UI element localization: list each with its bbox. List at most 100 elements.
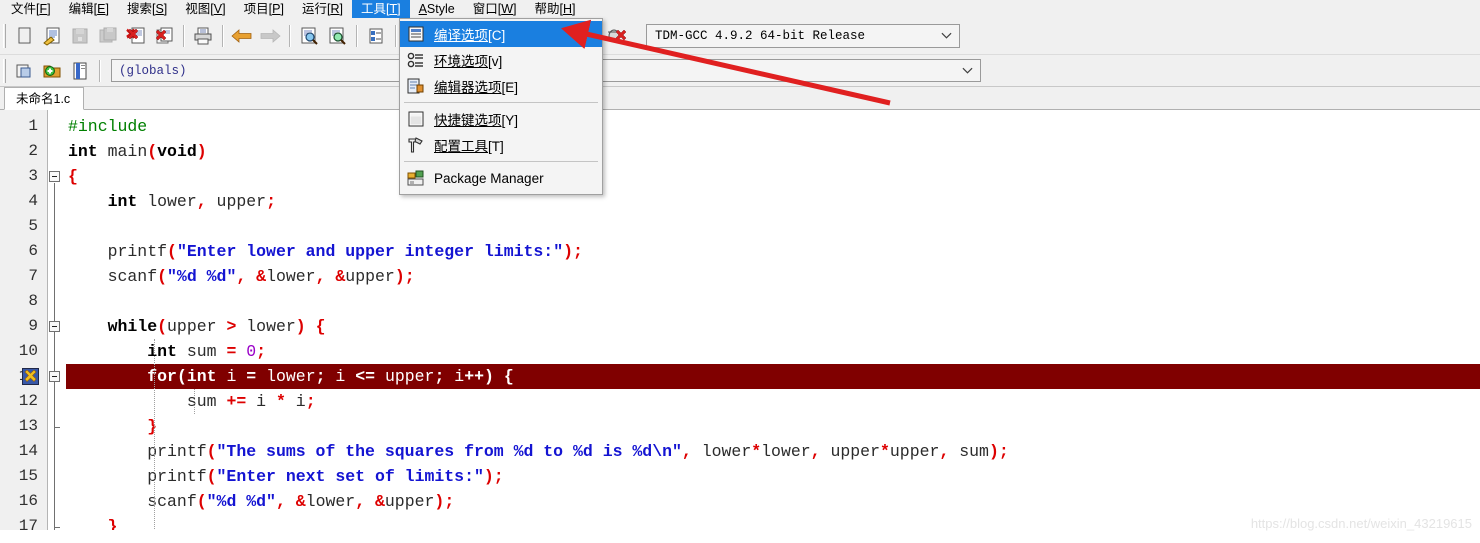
line-number: 14 (18, 442, 38, 460)
menu-item-compiler-options[interactable]: 编译选项[C] (400, 21, 602, 47)
menu-help[interactable]: 帮助[H] (526, 0, 585, 18)
toolbar-separator (356, 25, 357, 47)
toolbar-project-options[interactable] (66, 57, 94, 85)
toolbar-save-file[interactable] (66, 22, 94, 50)
editor-tab-bar[interactable]: 未命名1.c (0, 87, 1480, 110)
line-number: 10 (18, 342, 38, 360)
toolbar-add-to-project[interactable] (38, 57, 66, 85)
line-number: 1 (28, 117, 38, 135)
line-number: 3 (28, 167, 38, 185)
menu-astyle[interactable]: AStyle (410, 0, 464, 18)
menu-item-shortcut-options[interactable]: 快捷键选项[Y] (400, 106, 602, 132)
menu-run[interactable]: 运行[R] (293, 0, 352, 18)
line-number: 4 (28, 192, 38, 210)
menu-project[interactable]: 项目[P] (235, 0, 293, 18)
menu-separator (404, 161, 598, 162)
compiler-set-select[interactable]: TDM-GCC 4.9.2 64-bit Release (646, 24, 960, 48)
menu-search[interactable]: 搜索[S] (118, 0, 176, 18)
line-number: 12 (18, 392, 38, 410)
toolbar-close-file[interactable] (122, 22, 150, 50)
menu-window[interactable]: 窗口[W] (464, 0, 526, 18)
code-line[interactable]: printf("The sums of the squares from %d … (66, 439, 1480, 464)
line-number-gutter: 1234567891011121314151617 (0, 110, 48, 530)
toolbar-separator (222, 25, 223, 47)
code-line[interactable]: #include (66, 114, 1480, 139)
menu-file[interactable]: 文件[F] (2, 0, 60, 18)
fold-toggle-icon[interactable] (49, 321, 60, 332)
code-line[interactable]: scanf("%d %d", &lower, &upper); (66, 489, 1480, 514)
menu-item-label: 视图 (185, 2, 211, 16)
code-line[interactable]: int lower, upper; (66, 189, 1480, 214)
toolbar-secondary[interactable]: (globals) (0, 55, 1480, 87)
code-line[interactable]: while(upper > lower) { (66, 314, 1480, 339)
menu-tools[interactable]: 工具[T] (351, 0, 410, 18)
toolbar-save-all[interactable] (94, 22, 122, 50)
indent-guide (154, 339, 155, 530)
toolbar-grip[interactable] (3, 24, 6, 48)
menu-item-label: 工具 (360, 2, 386, 16)
toolbar-replace[interactable] (323, 22, 351, 50)
code-line[interactable]: sum += i * i; (66, 389, 1480, 414)
toolbar-new-file[interactable] (10, 22, 38, 50)
fold-region-end (54, 527, 60, 528)
menu-item-label: 文件 (11, 2, 37, 16)
code-line[interactable]: scanf("%d %d", &lower, &upper); (66, 264, 1480, 289)
code-line[interactable]: printf("Enter lower and upper integer li… (66, 239, 1480, 264)
toolbar-find[interactable] (295, 22, 323, 50)
menu-item-package-manager[interactable]: Package Manager (400, 165, 602, 191)
menu-item-label: Package Manager (434, 170, 544, 186)
code-line[interactable]: } (66, 414, 1480, 439)
toolbar-primary[interactable]: TDM-GCC 4.9.2 64-bit Release (0, 18, 1480, 55)
menu-item-label: 项目 (243, 2, 269, 16)
toolbar-close-all[interactable] (150, 22, 178, 50)
package-manager-icon (405, 168, 427, 188)
menu-item-label: 配置工具[T] (434, 139, 504, 154)
toolbar-open-file[interactable] (38, 22, 66, 50)
editor-tab-active[interactable]: 未命名1.c (4, 87, 85, 110)
code-line[interactable] (66, 214, 1480, 239)
fold-toggle-icon[interactable] (49, 171, 60, 182)
menu-item-environment-options[interactable]: 环境选项[v] (400, 47, 602, 73)
menu-item-configure-tools[interactable]: 配置工具[T] (400, 132, 602, 158)
code-line[interactable]: printf("Enter next set of limits:"); (66, 464, 1480, 489)
menu-item-label: 编译选项[C] (434, 28, 506, 43)
toolbar-separator (183, 25, 184, 47)
toolbar-goto-line[interactable] (362, 22, 390, 50)
configure-tools-icon (405, 135, 427, 155)
menu-item-editor-options[interactable]: 编辑器选项[E] (400, 73, 602, 99)
toolbar-new-project[interactable] (10, 57, 38, 85)
code-line[interactable]: { (66, 164, 1480, 189)
menu-item-label: 搜索 (126, 2, 152, 16)
fold-toggle-icon[interactable] (49, 371, 60, 382)
line-number: 17 (18, 517, 38, 530)
toolbar-print[interactable] (189, 22, 217, 50)
compiler-options-icon (405, 24, 427, 44)
menu-item-label: 环境选项[v] (434, 54, 503, 69)
line-number: 7 (28, 267, 38, 285)
code-line[interactable]: int sum = 0; (66, 339, 1480, 364)
error-marker-icon[interactable] (22, 368, 39, 385)
toolbar-debug[interactable] (602, 22, 630, 50)
code-line-highlighted[interactable]: for(int i = lower; i <= upper; i++) { (66, 364, 1480, 389)
code-line[interactable] (66, 289, 1480, 314)
menu-view[interactable]: 视图[V] (176, 0, 234, 18)
watermark-text: https://blog.csdn.net/weixin_43219615 (1250, 516, 1472, 531)
code-line[interactable]: int main(void) (66, 139, 1480, 164)
line-number: 6 (28, 242, 38, 260)
code-folding-column[interactable] (48, 110, 66, 530)
tools-dropdown-menu[interactable]: 编译选项[C] 环境选项[v] 编辑器选项[E] 快捷键选项[Y] 配置工具[T] Pac… (399, 18, 603, 195)
menu-bar[interactable]: 文件[F] 编辑[E] 搜索[S] 视图[V] 项目[P] 运行[R] 工具[T] AStyl… (0, 0, 1480, 18)
code-text-area[interactable]: #include int main(void){ int lower, uppe… (66, 110, 1480, 530)
environment-options-icon (405, 50, 427, 70)
editor-options-icon (405, 76, 427, 96)
toolbar-redo[interactable] (256, 22, 284, 50)
toolbar-separator (289, 25, 290, 47)
line-number: 16 (18, 492, 38, 510)
toolbar-grip[interactable] (3, 58, 6, 83)
toolbar-separator (99, 59, 100, 82)
line-number: 9 (28, 317, 38, 335)
code-editor[interactable]: 1234567891011121314151617 #include int m… (0, 110, 1480, 530)
menu-edit[interactable]: 编辑[E] (60, 0, 118, 18)
toolbar-undo[interactable] (228, 22, 256, 50)
line-number: 15 (18, 467, 38, 485)
